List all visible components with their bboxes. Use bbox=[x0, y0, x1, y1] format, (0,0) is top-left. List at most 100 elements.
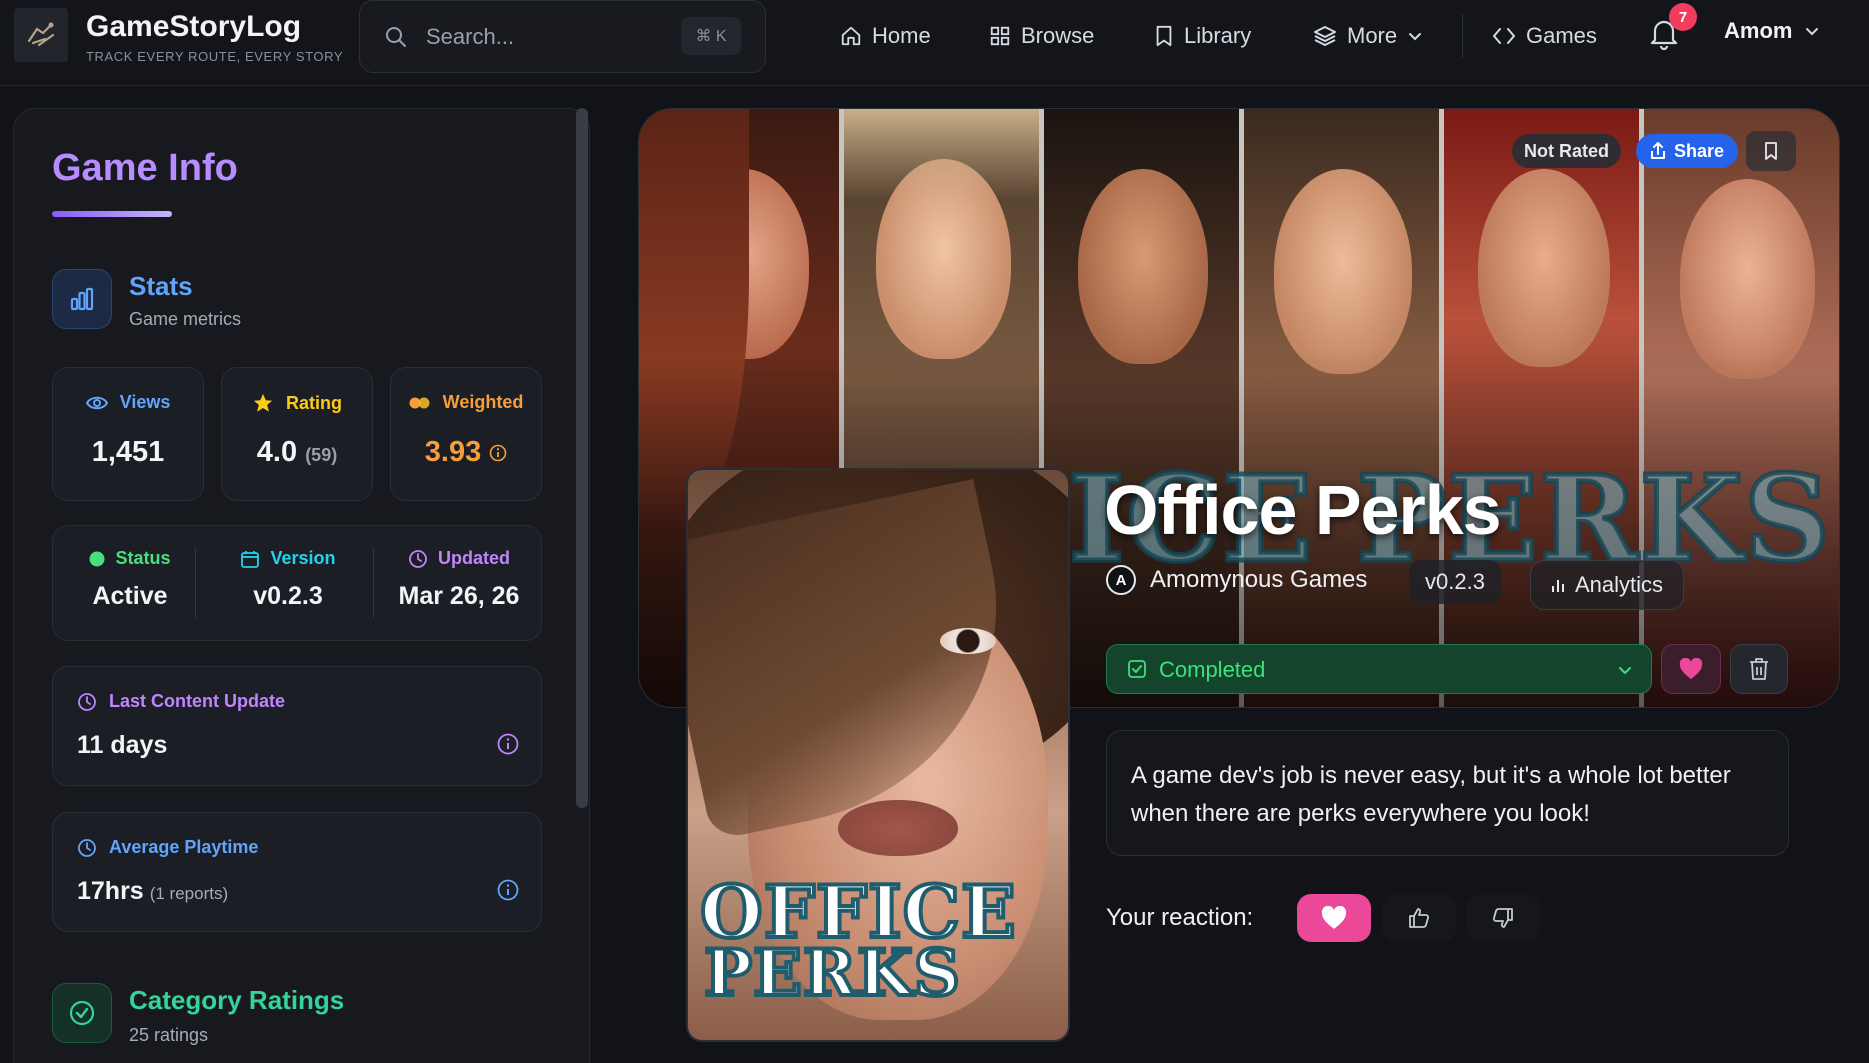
play-status-dropdown[interactable]: Completed bbox=[1106, 644, 1652, 694]
stats-title: Stats bbox=[129, 271, 193, 301]
views-card: Views 1,451 bbox=[52, 367, 204, 501]
divider bbox=[195, 548, 196, 618]
clock-icon bbox=[77, 692, 97, 712]
home-icon bbox=[840, 25, 862, 47]
rating-card: Rating 4.0 (59) bbox=[221, 367, 373, 501]
nav-divider bbox=[1462, 14, 1463, 58]
version-value: v0.2.3 bbox=[253, 582, 323, 610]
views-value: 1,451 bbox=[91, 436, 165, 468]
chevron-down-icon bbox=[1407, 28, 1423, 44]
description-card: A game dev's job is never easy, but it's… bbox=[1106, 730, 1789, 856]
reaction-dislike-button[interactable] bbox=[1466, 894, 1540, 942]
calendar-icon bbox=[240, 549, 260, 569]
clock-icon bbox=[77, 838, 97, 858]
bar-chart-icon bbox=[52, 269, 112, 329]
eye-icon bbox=[85, 395, 108, 411]
updated-label: Updated bbox=[438, 548, 510, 568]
game-cover-image: OFFICE PERKS bbox=[686, 468, 1070, 1042]
delete-button[interactable] bbox=[1730, 644, 1788, 694]
top-navigation-bar: GameStoryLog TRACK EVERY ROUTE, EVERY ST… bbox=[0, 0, 1869, 86]
nav-library[interactable]: Library bbox=[1154, 18, 1251, 54]
brand-name[interactable]: GameStoryLog bbox=[86, 10, 301, 44]
analytics-button[interactable]: Analytics bbox=[1530, 560, 1685, 610]
last-content-value: 11 days bbox=[77, 731, 168, 759]
rating-value: 4.0 bbox=[256, 436, 298, 468]
sidebar-scrollbar[interactable] bbox=[576, 108, 588, 808]
bookmark-button[interactable] bbox=[1746, 131, 1796, 171]
status-column: Status Active bbox=[53, 526, 207, 640]
grid-icon bbox=[989, 25, 1011, 47]
sidebar-title: Game Info bbox=[52, 147, 238, 189]
content-rating-badge: Not Rated bbox=[1512, 134, 1621, 168]
brand-tagline: TRACK EVERY ROUTE, EVERY STORY bbox=[86, 49, 344, 64]
share-button[interactable]: Share bbox=[1636, 134, 1739, 168]
playtime-value: 17hrs bbox=[77, 877, 144, 905]
check-square-icon bbox=[1127, 659, 1147, 679]
search-shortcut-hint: ⌘ K bbox=[681, 17, 741, 55]
logo-icon[interactable] bbox=[14, 8, 68, 62]
share-label: Share bbox=[1674, 140, 1725, 161]
favorite-button[interactable] bbox=[1661, 644, 1721, 694]
weighted-icon bbox=[409, 396, 431, 410]
developer-avatar: A bbox=[1106, 565, 1136, 595]
nav-home[interactable]: Home bbox=[840, 18, 931, 54]
status-dot-icon bbox=[89, 551, 105, 567]
code-icon bbox=[1492, 25, 1516, 47]
analytics-label: Analytics bbox=[1575, 572, 1664, 597]
thumbs-up-icon bbox=[1407, 906, 1431, 930]
developer-name: Amomynous Games bbox=[1150, 566, 1368, 593]
reaction-like-button[interactable] bbox=[1382, 894, 1456, 942]
views-label: Views bbox=[119, 392, 171, 412]
last-content-update-card: Last Content Update 11 days bbox=[52, 666, 542, 786]
updated-value: Mar 26, 26 bbox=[398, 582, 520, 610]
average-playtime-card: Average Playtime 17hrs (1 reports) bbox=[52, 812, 542, 932]
rating-value-line: 4.0 (59) bbox=[222, 436, 372, 469]
weighted-value-line: 3.93 bbox=[391, 436, 541, 469]
version-column: Version v0.2.3 bbox=[199, 526, 377, 640]
weighted-card: Weighted 3.93 bbox=[390, 367, 542, 501]
playtime-label: Average Playtime bbox=[109, 837, 259, 857]
developer-link[interactable]: A Amomynous Games bbox=[1106, 565, 1367, 595]
thumbs-down-icon bbox=[1491, 906, 1515, 930]
info-icon[interactable] bbox=[497, 733, 519, 755]
chevron-down-icon bbox=[1617, 662, 1633, 678]
clock-icon bbox=[408, 549, 428, 569]
nav-home-label: Home bbox=[872, 23, 931, 48]
info-icon[interactable] bbox=[497, 879, 519, 901]
weighted-label: Weighted bbox=[442, 392, 524, 412]
info-icon[interactable] bbox=[489, 444, 507, 462]
status-version-card: Status Active Version v0.2.3 Updated Mar… bbox=[52, 525, 542, 641]
version-chip: v0.2.3 bbox=[1409, 560, 1501, 604]
status-value: Active bbox=[92, 582, 168, 610]
search-input[interactable] bbox=[426, 19, 666, 55]
bar-chart-icon bbox=[1551, 577, 1565, 593]
heart-icon bbox=[1679, 658, 1703, 680]
nav-browse[interactable]: Browse bbox=[989, 18, 1094, 54]
nav-games-label: Games bbox=[1526, 23, 1597, 48]
playtime-value-line: 17hrs (1 reports) bbox=[77, 877, 228, 906]
playtime-reports: (1 reports) bbox=[149, 884, 229, 903]
version-label: Version bbox=[270, 548, 336, 568]
user-menu[interactable]: Amom bbox=[1724, 18, 1820, 44]
game-info-sidebar: Game Info Stats Game metrics Views 1,451… bbox=[13, 108, 590, 1063]
category-ratings-title: Category Ratings bbox=[129, 985, 345, 1015]
updated-column: Updated Mar 26, 26 bbox=[375, 526, 543, 640]
star-icon bbox=[252, 392, 274, 414]
trash-icon bbox=[1748, 657, 1770, 681]
category-ratings-subtitle: 25 ratings bbox=[129, 1025, 209, 1045]
nav-more[interactable]: More bbox=[1313, 18, 1423, 54]
play-status-value: Completed bbox=[1159, 657, 1266, 682]
nav-games[interactable]: Games bbox=[1492, 18, 1597, 54]
notification-count-badge: 7 bbox=[1669, 3, 1697, 31]
bookmark-icon bbox=[1764, 142, 1778, 160]
rating-label: Rating bbox=[286, 392, 342, 413]
nav-browse-label: Browse bbox=[1021, 23, 1095, 48]
nav-more-label: More bbox=[1347, 23, 1398, 48]
weighted-value: 3.93 bbox=[424, 436, 482, 468]
divider bbox=[373, 548, 374, 618]
reaction-love-button[interactable] bbox=[1297, 894, 1371, 942]
cover-logo-art: OFFICE PERKS bbox=[698, 874, 1018, 1007]
nav-library-label: Library bbox=[1184, 23, 1252, 48]
last-content-label: Last Content Update bbox=[109, 691, 286, 711]
status-label: Status bbox=[115, 548, 171, 568]
